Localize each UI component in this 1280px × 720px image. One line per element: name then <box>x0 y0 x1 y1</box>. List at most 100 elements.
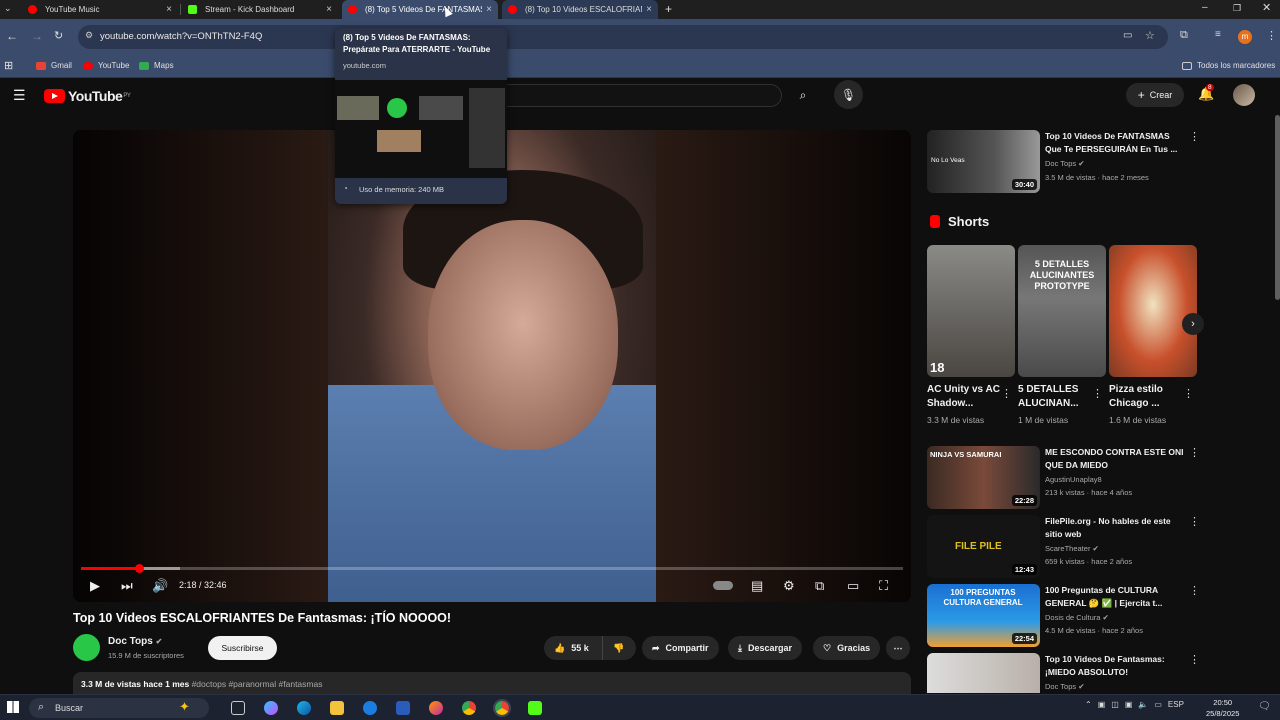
share-button[interactable]: ➦ Compartir <box>642 636 719 660</box>
notifications-icon[interactable]: 🗨 <box>1258 701 1271 712</box>
tab-top10-escalofriantes[interactable]: (8) Top 10 Videos ESCALOFRIANTES × <box>502 0 658 19</box>
progress-bar[interactable] <box>81 564 903 573</box>
short-item[interactable]: Pizza estilo Chicago ... 1.6 M de vistas… <box>1109 245 1197 425</box>
search-input[interactable] <box>460 84 782 107</box>
more-options-icon[interactable]: ⋮ <box>1189 130 1200 143</box>
more-options-icon[interactable]: ⋮ <box>1183 387 1194 400</box>
battery-icon[interactable]: ▭ <box>1154 700 1162 709</box>
copilot-icon[interactable] <box>264 701 278 715</box>
more-options-icon[interactable]: ⋮ <box>1189 515 1200 528</box>
site-info-icon[interactable]: ⚙ <box>85 30 93 41</box>
tab-search-icon[interactable]: ⌄ <box>4 3 12 14</box>
install-app-icon[interactable]: ▭ <box>1123 30 1132 41</box>
forward-icon[interactable]: → <box>31 29 43 43</box>
close-icon[interactable]: × <box>326 4 332 15</box>
short-thumbnail[interactable] <box>1109 245 1197 377</box>
chrome-icon[interactable] <box>462 701 476 715</box>
subtitles-icon[interactable]: ▤ <box>751 579 763 593</box>
more-options-icon[interactable]: ⋮ <box>1189 584 1200 597</box>
page-scrollbar[interactable] <box>1275 115 1280 300</box>
search-button[interactable]: ⌕ <box>785 84 821 107</box>
description-box[interactable]: 3.3 M de vistas hace 1 mes #doctops #par… <box>73 672 911 694</box>
restore-button[interactable]: ❐ <box>1233 3 1241 14</box>
channel-name[interactable]: Doc Tops ✔ <box>108 636 162 647</box>
task-view-icon[interactable] <box>231 701 245 715</box>
related-video[interactable]: FILE PILE 12:43 FilePile.org - No hables… <box>927 515 1217 579</box>
edge-icon[interactable] <box>297 701 311 715</box>
menu-dots-icon[interactable]: ⋮ <box>1266 29 1277 42</box>
miniplayer-icon[interactable]: ⧉ <box>815 579 824 593</box>
play-icon[interactable]: ▶ <box>90 579 100 593</box>
download-button[interactable]: ⤓ Descargar <box>728 636 803 660</box>
tab-youtube-music[interactable]: YouTube Music × <box>22 0 178 19</box>
scrubber-handle[interactable] <box>134 564 144 573</box>
more-options-icon[interactable]: ⋮ <box>1092 387 1103 400</box>
kick-app-icon[interactable] <box>528 701 542 715</box>
autoplay-toggle[interactable] <box>713 581 733 590</box>
word-icon[interactable] <box>396 701 410 715</box>
video-thumbnail[interactable]: NINJA VS SAMURAI 22:28 <box>927 446 1040 509</box>
volume-tray-icon[interactable]: 🔈 <box>1138 700 1148 709</box>
video-thumbnail[interactable]: 100 PREGUNTAS CULTURA GENERAL 22:54 <box>927 584 1040 647</box>
short-thumbnail[interactable]: 5 DETALLES ALUCINANTES PROTOTYPE <box>1018 245 1106 377</box>
voice-search-button[interactable]: 🎙 <box>834 80 863 109</box>
chrome-profile-icon[interactable] <box>493 699 511 717</box>
bookmark-gmail[interactable]: Gmail <box>36 61 72 70</box>
tab-kick-dashboard[interactable]: Stream - Kick Dashboard × <box>182 0 338 19</box>
video-thumbnail[interactable] <box>927 653 1040 693</box>
back-icon[interactable]: ← <box>6 29 18 43</box>
taskbar-search[interactable]: ⌕ Buscar ✦ <box>29 698 209 718</box>
file-explorer-icon[interactable] <box>330 701 344 715</box>
related-video[interactable]: Top 10 Videos De Fantasmas: ¡MIEDO ABSOL… <box>927 653 1217 693</box>
more-actions-button[interactable]: ⋯ <box>886 636 910 660</box>
like-button[interactable]: 👍 55 k <box>544 636 602 660</box>
youtube-logo[interactable]: YouTube PY <box>44 88 131 104</box>
next-video-icon[interactable]: ⏭ <box>121 579 133 593</box>
new-tab-button[interactable]: + <box>665 2 672 16</box>
close-window-button[interactable]: ✕ <box>1262 1 1271 14</box>
minimize-button[interactable]: – <box>1202 2 1208 13</box>
channel-avatar[interactable] <box>73 634 100 661</box>
hamburger-menu-icon[interactable]: ☰ <box>13 87 26 104</box>
tab-top5-fantasmas[interactable]: (8) Top 5 Videos De FANTASMAS × <box>342 0 498 19</box>
app-icon[interactable] <box>363 701 377 715</box>
chevron-up-icon[interactable]: ⌃ <box>1085 700 1092 709</box>
firefox-icon[interactable] <box>429 701 443 715</box>
close-icon[interactable]: × <box>486 4 492 15</box>
video-thumbnail[interactable]: FILE PILE 12:43 <box>927 515 1040 578</box>
related-video[interactable]: No Lo Veas 30:40 Top 10 Videos De FANTAS… <box>927 130 1217 200</box>
network-icon[interactable]: ◫ <box>1111 700 1119 709</box>
system-clock[interactable]: 20:50 25/8/2025 <box>1206 697 1239 719</box>
bookmark-star-icon[interactable]: ☆ <box>1145 29 1155 42</box>
theater-mode-icon[interactable]: ▭ <box>847 579 859 593</box>
close-icon[interactable]: × <box>646 4 652 15</box>
account-avatar[interactable] <box>1233 84 1255 106</box>
related-video[interactable]: NINJA VS SAMURAI 22:28 ME ESCONDO CONTRA… <box>927 446 1217 510</box>
create-button[interactable]: + Crear <box>1126 83 1184 107</box>
volume-icon[interactable]: 🔊 <box>152 579 168 593</box>
reload-icon[interactable]: ↻ <box>54 29 63 42</box>
shorts-next-button[interactable]: › <box>1182 313 1204 335</box>
more-options-icon[interactable]: ⋮ <box>1189 653 1200 666</box>
video-thumbnail[interactable]: No Lo Veas 30:40 <box>927 130 1040 193</box>
thanks-button[interactable]: ♡ Gracias <box>813 636 881 660</box>
more-options-icon[interactable]: ⋮ <box>1001 387 1012 400</box>
address-bar[interactable]: ⚙ youtube.com/watch?v=ONThTN2-F4Q ▭ ☆ <box>78 25 1168 49</box>
windows-start-icon[interactable] <box>7 701 19 713</box>
media-control-icon[interactable]: ≡ <box>1215 29 1221 40</box>
tray-app-icon[interactable]: ▣ <box>1125 700 1133 709</box>
short-thumbnail[interactable]: 18 <box>927 245 1015 377</box>
language-indicator[interactable]: ESP <box>1168 700 1184 709</box>
tray-app-icon[interactable]: ▣ <box>1098 700 1106 709</box>
related-video[interactable]: 100 PREGUNTAS CULTURA GENERAL 22:54 100 … <box>927 584 1217 648</box>
fullscreen-icon[interactable]: ⛶ <box>879 579 888 593</box>
dislike-button[interactable]: 👎 <box>602 636 636 660</box>
subscribe-button[interactable]: Suscribirse <box>208 636 277 660</box>
bookmark-youtube[interactable]: YouTube <box>83 61 129 70</box>
all-bookmarks[interactable]: Todos los marcadores <box>1182 61 1275 70</box>
profile-icon[interactable]: m <box>1238 30 1252 44</box>
more-options-icon[interactable]: ⋮ <box>1189 446 1200 459</box>
hashtags[interactable]: #doctops #paranormal #fantasmas <box>192 679 323 689</box>
short-item[interactable]: 5 DETALLES ALUCINANTES PROTOTYPE 5 DETAL… <box>1018 245 1106 425</box>
extensions-icon[interactable]: ⧉ <box>1180 29 1188 42</box>
